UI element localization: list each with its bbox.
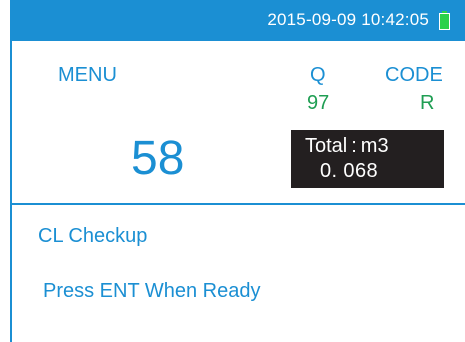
device-screen: 2015-09-09 10:42:05 MENU Q 97 CODE R 58 …	[0, 0, 465, 342]
q-value: 97	[307, 92, 330, 114]
checkup-title: CL Checkup	[38, 225, 148, 247]
section-divider	[11, 203, 465, 205]
q-label: Q	[310, 64, 326, 86]
battery-icon	[439, 11, 450, 30]
code-label: CODE	[385, 64, 443, 86]
total-volume-label: Total : m3	[305, 135, 389, 157]
code-value: R	[420, 92, 435, 114]
main-reading-value: 58	[131, 132, 185, 185]
menu-label: MENU	[58, 64, 117, 86]
total-volume-box: Total : m3 0. 068	[291, 130, 444, 188]
datetime-display: 2015-09-09 10:42:05	[267, 10, 429, 29]
status-bar: 2015-09-09 10:42:05	[11, 0, 465, 41]
ready-prompt: Press ENT When Ready	[43, 280, 261, 302]
total-volume-value: 0. 068	[320, 160, 379, 182]
battery-body	[439, 13, 450, 30]
left-border	[10, 0, 12, 342]
